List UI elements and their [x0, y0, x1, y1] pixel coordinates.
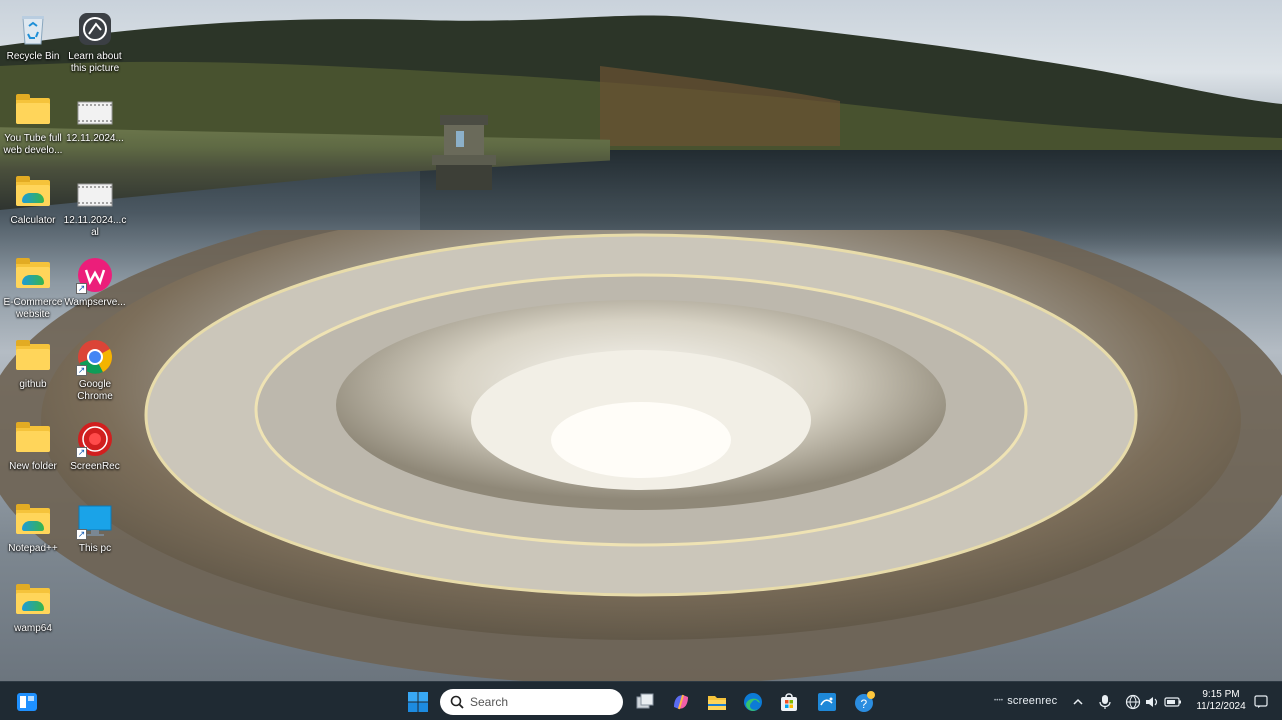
battery-icon: [1164, 697, 1181, 707]
screenrec-watermark: •••• screenrec: [994, 695, 1057, 707]
windows-logo-icon: [408, 692, 428, 712]
desktop-icon-grid: Recycle Bin You Tube full web develo... …: [0, 0, 130, 681]
desktop-icon-learn-about-picture[interactable]: Learn about this picture: [62, 6, 128, 82]
shortcut-arrow-icon: ↗: [76, 283, 87, 294]
start-button[interactable]: [405, 689, 431, 715]
desktop-icon-label: ScreenRec: [70, 461, 120, 472]
help-icon: ?: [855, 691, 875, 712]
clock-date: 11/12/2024: [1196, 701, 1246, 712]
desktop-icon-notepad-plus-plus[interactable]: Notepad++: [0, 498, 66, 574]
tray-overflow-button[interactable]: [1070, 689, 1086, 715]
tray-notifications[interactable]: [1252, 689, 1270, 715]
desktop-icon-google-chrome[interactable]: ↗ Google Chrome: [62, 334, 128, 410]
folder-icon: [14, 174, 52, 212]
screenrec-brand-text: screenrec: [1007, 695, 1058, 707]
search-input[interactable]: [470, 695, 610, 709]
copilot-icon: [674, 694, 688, 710]
folder-icon: [14, 420, 52, 458]
desktop-icon-label: Recycle Bin: [6, 51, 60, 62]
desktop-icon-label: Learn about this picture: [68, 51, 122, 74]
folder-icon: [14, 256, 52, 294]
folder-icon: [14, 92, 52, 130]
monitor-icon: ↗: [76, 502, 114, 540]
folder-icon: [14, 582, 52, 620]
desktop-icon-file-12-11-2024[interactable]: 12.11.2024...: [62, 88, 128, 164]
widgets-icon: [17, 693, 37, 711]
edge-icon: [744, 693, 762, 711]
globe-icon: [1125, 694, 1141, 710]
store-icon: [781, 693, 797, 711]
folder-icon: [708, 696, 726, 710]
desktop-icon-screenrec[interactable]: ↗ ScreenRec: [62, 416, 128, 492]
desktop-icon-label: You Tube full web develo...: [3, 133, 63, 156]
taskbar-clock[interactable]: 9:15 PM 11/12/2024: [1192, 689, 1250, 713]
taskbar-app-file-explorer[interactable]: [704, 689, 730, 715]
speaker-icon: [1146, 697, 1158, 707]
desktop-icon-label: 12.11.2024...cal: [63, 215, 127, 238]
desktop-icon-this-pc[interactable]: ↗ This pc: [62, 498, 128, 574]
desktop-icon-label: Google Chrome: [77, 379, 113, 402]
taskbar-app-microsoft-store[interactable]: [776, 689, 802, 715]
recycle-bin-icon: [14, 10, 52, 48]
taskbar-app-copilot[interactable]: [668, 689, 694, 715]
desktop-icon-label: wamp64: [14, 623, 52, 634]
taskbar-search-box[interactable]: [440, 689, 623, 715]
desktop-icon-label: Notepad++: [8, 543, 58, 554]
clock-time: 9:15 PM: [1202, 689, 1240, 700]
wallpaper-valve-tower: [432, 115, 496, 190]
taskbar-app-edge[interactable]: [740, 689, 766, 715]
desktop-icon-label: Calculator: [10, 215, 56, 226]
desktop-icon-recycle-bin[interactable]: Recycle Bin: [0, 6, 66, 82]
taskbar-app-mysql-workbench[interactable]: [814, 689, 840, 715]
notification-icon: [1254, 695, 1268, 708]
shortcut-arrow-icon: ↗: [76, 529, 87, 540]
desktop-icon-calculator[interactable]: Calculator: [0, 170, 66, 246]
chrome-icon: ↗: [76, 338, 114, 376]
folder-icon: [14, 338, 52, 376]
shortcut-arrow-icon: ↗: [76, 447, 87, 458]
tray-microphone[interactable]: [1096, 689, 1114, 715]
tray-battery[interactable]: [1163, 689, 1183, 715]
search-icon: [450, 695, 464, 709]
desktop-icon-github[interactable]: github: [0, 334, 66, 410]
microphone-icon: [1099, 695, 1111, 709]
desktop-icon-wampserver[interactable]: ↗ Wampserve...: [62, 252, 128, 328]
folder-icon: [14, 502, 52, 540]
desktop-icon-new-folder[interactable]: New folder: [0, 416, 66, 492]
tray-network[interactable]: [1124, 689, 1142, 715]
video-file-icon: [76, 174, 114, 212]
desktop-icon-youtube-web-folder[interactable]: You Tube full web develo...: [0, 88, 66, 164]
svg-text:?: ?: [861, 697, 868, 711]
desktop-icon-ecommerce-website[interactable]: E-Commerce website: [0, 252, 66, 328]
taskbar-app-task-view[interactable]: [632, 689, 658, 715]
taskbar: ? •••• screenrec 9:15 PM 11/12/2024: [0, 681, 1282, 720]
task-view-icon: [636, 693, 654, 709]
taskbar-app-get-help[interactable]: ?: [852, 689, 878, 715]
desktop-icon-label: github: [19, 379, 47, 390]
desktop-icon-label: New folder: [9, 461, 57, 472]
desktop-icon-label: Wampserve...: [64, 297, 126, 308]
desktop-icon-wamp64[interactable]: wamp64: [0, 578, 66, 654]
chevron-up-icon: [1073, 698, 1083, 705]
camera-icon: [76, 10, 114, 48]
desktop-icon-label: This pc: [78, 543, 112, 554]
video-file-icon: [76, 92, 114, 130]
desktop-icon-label: E-Commerce website: [3, 297, 63, 320]
desktop-wallpaper: [0, 0, 1282, 681]
wampserver-icon: ↗: [76, 256, 114, 294]
shortcut-arrow-icon: ↗: [76, 365, 87, 376]
desktop-icon-label: 12.11.2024...: [66, 133, 124, 144]
screenrec-dots-icon: ••••: [994, 698, 1004, 704]
mysql-icon: [818, 693, 836, 711]
wallpaper-spillway-vortex: [0, 230, 1282, 681]
screenrec-icon: ↗: [76, 420, 114, 458]
widgets-button[interactable]: [14, 689, 40, 715]
tray-volume[interactable]: [1143, 689, 1161, 715]
desktop-icon-file-12-11-2024-cal[interactable]: 12.11.2024...cal: [62, 170, 128, 246]
